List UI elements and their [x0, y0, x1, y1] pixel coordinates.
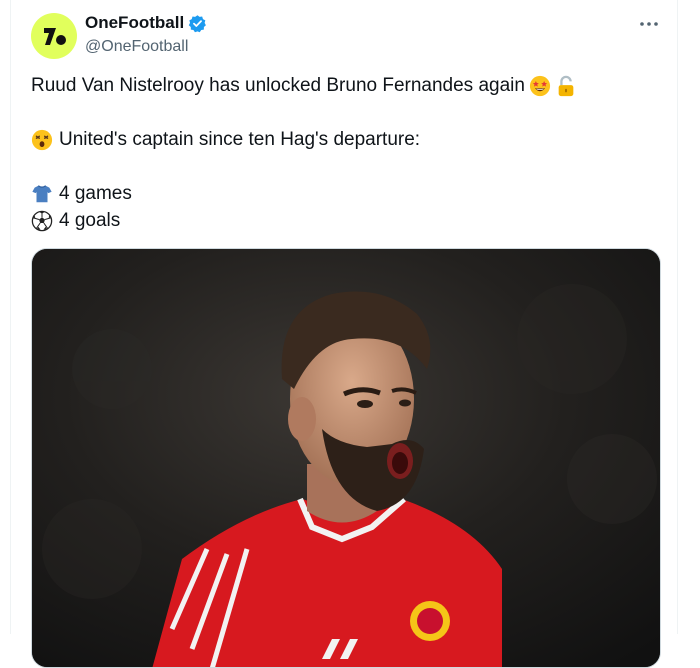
tweet-line-2: United's captain since ten Hag's departu… — [31, 126, 661, 153]
tweet-text: Ruud Van Nistelrooy has unlocked Bruno F… — [31, 72, 661, 234]
shirt-icon — [32, 184, 52, 202]
star-struck-icon — [529, 75, 551, 96]
more-options-button[interactable] — [637, 14, 661, 34]
onefootball-logo-icon — [44, 28, 66, 45]
player-photo — [32, 249, 660, 667]
tweet-media-image[interactable] — [31, 248, 661, 668]
stat-games-row: 4 games — [31, 180, 661, 207]
author-block: OneFootball @OneFootball — [85, 12, 207, 58]
display-name-row[interactable]: OneFootball — [85, 12, 207, 34]
stat-goals-row: 4 goals — [31, 207, 661, 234]
soccer-ball-icon — [31, 210, 53, 231]
unlocked-padlock-icon — [558, 75, 574, 96]
verified-badge-icon — [188, 14, 207, 32]
tweet-line-1-text: Ruud Van Nistelrooy has unlocked Bruno F… — [31, 75, 525, 96]
tweet-card: OneFootball @OneFootball Ruud Van Nistel… — [10, 0, 678, 668]
tweet-line-2-text: United's captain since ten Hag's departu… — [59, 129, 421, 150]
stat-games-text: 4 games — [59, 183, 132, 204]
stat-goals-text: 4 goals — [59, 210, 121, 231]
tweet-line-1: Ruud Van Nistelrooy has unlocked Bruno F… — [31, 72, 661, 99]
display-name[interactable]: OneFootball — [85, 12, 184, 34]
astonished-face-icon — [31, 129, 53, 150]
avatar[interactable] — [31, 13, 77, 59]
handle[interactable]: @OneFootball — [85, 36, 207, 58]
more-options-icon — [640, 22, 658, 26]
